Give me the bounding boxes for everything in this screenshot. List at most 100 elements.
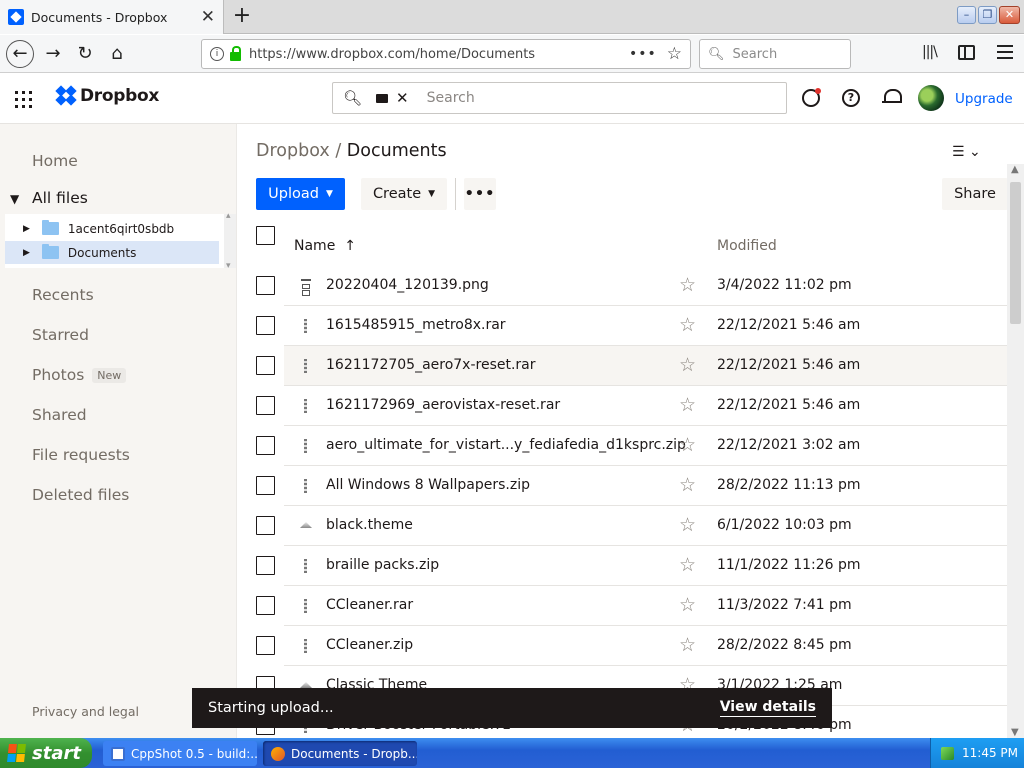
table-row[interactable]: 1615485915_metro8x.rar ☆ 22/12/2021 5:46 a… — [238, 306, 1008, 346]
file-name[interactable]: 20220404_120139.png — [326, 277, 489, 293]
taskbar-item-cppshot[interactable]: CppShot 0.5 - build:... — [103, 741, 257, 766]
table-row[interactable]: black.theme ☆ 6/1/2022 10:03 pm — [238, 506, 1008, 546]
row-checkbox[interactable] — [256, 556, 275, 575]
back-icon[interactable]: ← — [6, 40, 34, 68]
column-header-name[interactable]: Name ↑ — [294, 238, 356, 254]
bookmark-star-icon[interactable]: ☆ — [667, 44, 682, 64]
row-checkbox[interactable] — [256, 596, 275, 615]
folder-filter-chip[interactable]: ✕ — [376, 89, 409, 107]
row-checkbox[interactable] — [256, 436, 275, 455]
close-tab-icon[interactable]: ✕ — [201, 8, 215, 26]
dropbox-logo[interactable]: Dropbox — [55, 85, 159, 106]
star-icon[interactable]: ☆ — [679, 274, 696, 296]
table-row[interactable]: 1621172705_aero7x-reset.rar ☆ 22/12/2021 5… — [238, 346, 1008, 386]
view-options-icon[interactable]: ☰ ⌄ — [952, 144, 981, 160]
sidebar-item-recents[interactable]: Recents — [32, 286, 94, 304]
row-checkbox[interactable] — [256, 636, 275, 655]
sidebar-item-starred[interactable]: Starred — [32, 326, 89, 344]
close-window-button[interactable]: ✕ — [999, 6, 1020, 24]
share-button[interactable]: Share — [942, 178, 1008, 210]
forward-icon[interactable]: → — [39, 40, 67, 68]
star-icon[interactable]: ☆ — [679, 634, 696, 656]
star-icon[interactable]: ☆ — [679, 474, 696, 496]
table-row[interactable]: 1621172969_aerovistax-reset.rar ☆ 22/12/20… — [238, 386, 1008, 426]
expand-arrow-icon[interactable]: ▶ — [23, 224, 30, 234]
upload-button[interactable]: Upload ▼ — [256, 178, 345, 210]
scroll-down-icon[interactable]: ▼ — [1011, 727, 1019, 738]
url-text[interactable]: https://www.dropbox.com/home/Documents — [249, 47, 629, 62]
scrollbar-thumb[interactable] — [1010, 182, 1021, 324]
select-all-checkbox[interactable] — [256, 226, 275, 245]
upgrade-link[interactable]: Upgrade — [955, 91, 1013, 107]
file-name[interactable]: black.theme — [326, 517, 413, 533]
row-checkbox[interactable] — [256, 396, 275, 415]
remove-filter-icon[interactable]: ✕ — [396, 89, 409, 107]
restore-button[interactable]: ❐ — [978, 6, 997, 24]
star-icon[interactable]: ☆ — [679, 354, 696, 376]
row-checkbox[interactable] — [256, 356, 275, 375]
file-name[interactable]: 1621172705_aero7x-reset.rar — [326, 357, 536, 373]
sidebar-item-home[interactable]: Home — [32, 152, 78, 170]
library-icon[interactable]: |||\ — [922, 44, 938, 60]
hamburger-menu-icon[interactable] — [997, 45, 1013, 63]
star-icon[interactable]: ☆ — [679, 514, 696, 536]
page-actions-icon[interactable]: ••• — [629, 46, 657, 62]
chevron-down-icon[interactable]: ▼ — [10, 192, 19, 206]
sidebar-item-all-files[interactable]: All files — [32, 189, 88, 207]
more-actions-button[interactable]: ••• — [464, 178, 496, 210]
row-checkbox[interactable] — [256, 316, 275, 335]
avatar[interactable] — [918, 85, 944, 111]
activity-icon[interactable] — [802, 88, 821, 107]
star-icon[interactable]: ☆ — [679, 394, 696, 416]
main-scrollbar[interactable]: ▲ ▼ — [1007, 164, 1024, 738]
privacy-legal-link[interactable]: Privacy and legal — [32, 704, 139, 719]
reload-icon[interactable]: ↻ — [71, 40, 99, 68]
file-name[interactable]: braille packs.zip — [326, 557, 439, 573]
url-bar[interactable]: i https://www.dropbox.com/home/Documents… — [201, 39, 691, 69]
sidebar-item-deleted-files[interactable]: Deleted files — [32, 486, 129, 504]
help-icon[interactable]: ? — [842, 89, 860, 107]
sidebar-item-photos[interactable]: Photos New — [32, 366, 127, 384]
table-row[interactable]: aero_ultimate_for_vistart...y_fediafedia… — [238, 426, 1008, 466]
table-row[interactable]: braille packs.zip ☆ 11/1/2022 11:26 pm — [238, 546, 1008, 586]
view-details-link[interactable]: View details — [719, 699, 816, 717]
dropbox-search-input[interactable]: 🔍︎ ✕ Search — [332, 82, 787, 114]
table-row[interactable]: 20220404_120139.png ☆ 3/4/2022 11:02 pm — [238, 266, 1008, 306]
table-row[interactable]: CCleaner.rar ☆ 11/3/2022 7:41 pm — [238, 586, 1008, 626]
scroll-up-icon[interactable]: ▲ — [1011, 164, 1019, 175]
file-name[interactable]: aero_ultimate_for_vistart...y_fediafedia… — [326, 437, 686, 453]
network-icon[interactable] — [941, 746, 954, 760]
sidebar-toggle-icon[interactable] — [958, 45, 975, 60]
browser-tab-dropbox[interactable]: Documents - Dropbox ✕ — [0, 0, 224, 34]
browser-search-input[interactable]: 🔍︎ Search — [699, 39, 851, 69]
row-checkbox[interactable] — [256, 476, 275, 495]
sidebar-item-file-requests[interactable]: File requests — [32, 446, 130, 464]
tree-scrollbar[interactable] — [224, 211, 236, 271]
tree-item-1acent6qirt0sbdb[interactable]: ▶ 1acent6qirt0sbdb — [5, 217, 219, 240]
tree-item-documents[interactable]: ▶ Documents — [5, 241, 219, 264]
star-icon[interactable]: ☆ — [679, 594, 696, 616]
table-row[interactable]: All Windows 8 Wallpapers.zip ☆ 28/2/2022 1… — [238, 466, 1008, 506]
home-icon[interactable]: ⌂ — [103, 40, 131, 68]
star-icon[interactable]: ☆ — [679, 314, 696, 336]
breadcrumb-root[interactable]: Dropbox — [256, 141, 330, 161]
expand-arrow-icon[interactable]: ▶ — [23, 248, 30, 258]
file-name[interactable]: 1615485915_metro8x.rar — [326, 317, 506, 333]
table-row[interactable]: CCleaner.zip ☆ 28/2/2022 8:45 pm — [238, 626, 1008, 666]
taskbar-item-documents-dropbox[interactable]: Documents - Dropb... — [263, 741, 417, 766]
app-grid-icon[interactable] — [15, 91, 32, 108]
minimize-button[interactable]: – — [957, 6, 976, 24]
row-checkbox[interactable] — [256, 276, 275, 295]
sidebar-item-shared[interactable]: Shared — [32, 406, 87, 424]
create-button[interactable]: Create ▼ — [361, 178, 447, 210]
notifications-bell-icon[interactable] — [882, 87, 902, 107]
row-checkbox[interactable] — [256, 516, 275, 535]
site-info-icon[interactable]: i — [210, 47, 224, 61]
start-button[interactable]: start — [0, 738, 92, 768]
column-header-modified[interactable]: Modified — [717, 238, 777, 254]
file-name[interactable]: CCleaner.zip — [326, 637, 413, 653]
star-icon[interactable]: ☆ — [679, 554, 696, 576]
file-name[interactable]: 1621172969_aerovistax-reset.rar — [326, 397, 560, 413]
new-tab-button[interactable]: + — [229, 3, 255, 29]
file-name[interactable]: All Windows 8 Wallpapers.zip — [326, 477, 530, 493]
